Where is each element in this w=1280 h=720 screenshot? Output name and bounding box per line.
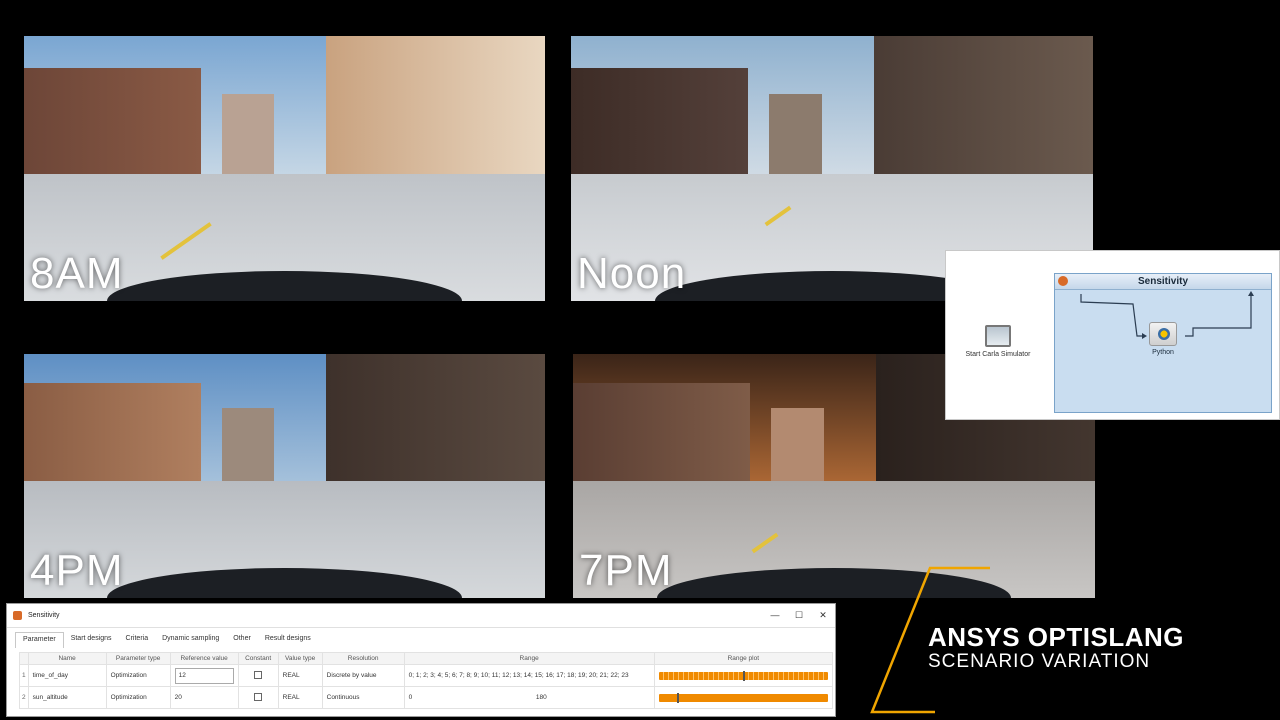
tab-dynamic-sampling[interactable]: Dynamic sampling	[155, 632, 226, 648]
sensitivity-system[interactable]: Sensitivity Python	[1054, 273, 1272, 413]
constant-cell	[237, 686, 279, 709]
table-header-row: Name Parameter type Reference value Cons…	[19, 652, 834, 665]
constant-cell	[237, 664, 279, 687]
workflow-canvas[interactable]: Start Carla Simulator Sensitivity Python	[945, 250, 1280, 420]
value-type[interactable]: REAL	[277, 664, 323, 687]
col-value-type[interactable]: Value type	[277, 652, 323, 665]
reference-marker	[677, 692, 680, 703]
col-reference-value[interactable]: Reference value	[169, 652, 239, 665]
range-values[interactable]: 0; 1; 2; 3; 4; 5; 6; 7; 8; 9; 10; 11; 12…	[403, 664, 655, 687]
table-row[interactable]: 2 sun_altitude Optimization 20 REAL Cont…	[19, 686, 834, 709]
tab-parameter[interactable]: Parameter	[15, 632, 64, 648]
scene-panel-8am: 8AM	[24, 36, 545, 301]
row-number: 2	[19, 686, 29, 709]
python-label: Python	[1152, 349, 1174, 356]
tab-bar: Parameter Start designs Criteria Dynamic…	[7, 632, 835, 648]
start-carla-label: Start Carla Simulator	[965, 351, 1031, 358]
row-number: 1	[19, 664, 29, 687]
table-row[interactable]: 1 time_of_day Optimization 12 REAL Discr…	[19, 664, 834, 687]
dialog-titlebar: Sensitivity — ☐ ✕	[7, 604, 835, 628]
range-min: 0	[408, 694, 413, 701]
col-num	[19, 652, 29, 665]
param-name[interactable]: time_of_day	[27, 664, 107, 687]
app-icon	[13, 611, 22, 620]
param-type[interactable]: Optimization	[105, 664, 171, 687]
param-type[interactable]: Optimization	[105, 686, 171, 709]
scene-panel-4pm: 4PM	[24, 354, 545, 598]
python-icon	[1149, 322, 1177, 346]
col-range-plot[interactable]: Range plot	[653, 652, 834, 665]
reference-marker	[743, 670, 746, 681]
param-name[interactable]: sun_altitude	[27, 686, 107, 709]
start-carla-node[interactable]: Start Carla Simulator	[958, 325, 1038, 358]
brand-overlay: ANSYS OPTISLANG SCENARIO VARIATION	[928, 622, 1184, 673]
monitor-icon	[985, 325, 1011, 347]
resolution[interactable]: Discrete by value	[321, 664, 405, 687]
tab-start-designs[interactable]: Start designs	[64, 632, 119, 648]
reference-value-cell: 12	[169, 664, 239, 687]
col-resolution[interactable]: Resolution	[321, 652, 405, 665]
col-parameter-type[interactable]: Parameter type	[105, 652, 171, 665]
constant-checkbox[interactable]	[254, 670, 263, 679]
range-cell[interactable]: 0 180	[403, 686, 655, 709]
gear-icon	[1058, 276, 1068, 286]
scene-label: 7PM	[579, 546, 673, 595]
range-plot-cell	[653, 664, 834, 687]
range-plot-cell	[653, 686, 834, 709]
constant-checkbox[interactable]	[254, 692, 263, 701]
value-type[interactable]: REAL	[277, 686, 323, 709]
tab-result-designs[interactable]: Result designs	[258, 632, 318, 648]
range-plot-bar[interactable]	[658, 692, 828, 703]
scene-label: 8AM	[30, 249, 124, 298]
minimize-button[interactable]: —	[763, 610, 787, 621]
reference-value-input[interactable]: 12	[174, 667, 234, 684]
tab-criteria[interactable]: Criteria	[119, 632, 156, 648]
range-plot-bar[interactable]	[658, 670, 828, 681]
reference-value[interactable]: 20	[169, 686, 239, 709]
tab-other[interactable]: Other	[226, 632, 258, 648]
brand-subtitle: SCENARIO VARIATION	[928, 651, 1151, 672]
col-constant[interactable]: Constant	[237, 652, 279, 665]
parameter-table: Name Parameter type Reference value Cons…	[19, 652, 834, 709]
brand-title: ANSYS OPTISLANG	[928, 622, 1184, 652]
dialog-title: Sensitivity	[28, 612, 60, 619]
col-name[interactable]: Name	[27, 652, 107, 665]
scene-label: 4PM	[30, 546, 124, 595]
maximize-button[interactable]: ☐	[787, 610, 811, 621]
resolution[interactable]: Continuous	[321, 686, 405, 709]
scene-label: Noon	[577, 249, 687, 298]
close-button[interactable]: ✕	[811, 610, 835, 621]
col-range[interactable]: Range	[403, 652, 655, 665]
video-frame: 8AM Noon 4PM 7PM Start Carla Simulator S…	[0, 0, 1280, 720]
sensitivity-dialog: Sensitivity — ☐ ✕ Parameter Start design…	[6, 603, 836, 717]
python-node[interactable]: Python	[1143, 322, 1183, 356]
range-max: 180	[535, 694, 547, 701]
